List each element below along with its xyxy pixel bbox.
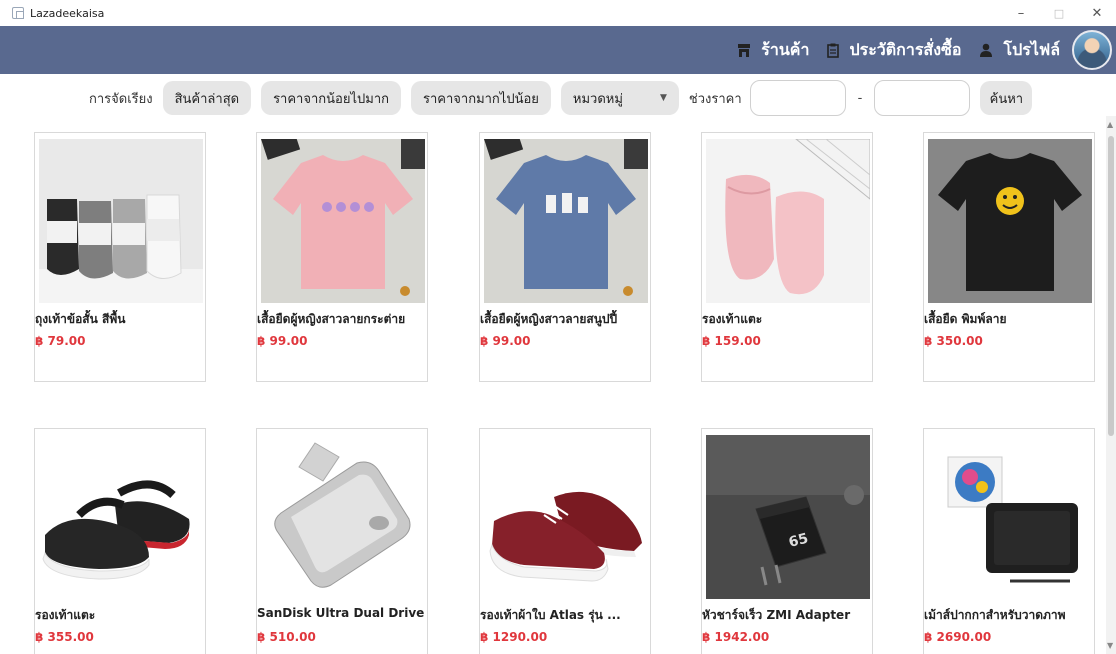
product-card[interactable]: รองเท้าผ้าใบ Atlas รุ่น ... ฿ 1290.00 — [479, 428, 651, 654]
store-icon — [737, 43, 751, 58]
product-price: ฿ 2690.00 — [924, 630, 992, 644]
product-name: เสื้อยืด พิมพ์ลาย — [924, 312, 1007, 326]
search-button[interactable]: ค้นหา — [980, 81, 1033, 115]
chevron-down-icon[interactable]: ▼ — [1107, 641, 1113, 650]
product-name: รองเท้าแตะ — [35, 608, 96, 622]
close-button[interactable]: ✕ — [1078, 0, 1116, 26]
product-name: SanDisk Ultra Dual Drive — [257, 606, 425, 620]
product-name: เสื้อยืดผู้หญิงสาวลายสนูปปี้ — [480, 312, 618, 326]
product-card[interactable]: รองเท้าแตะ ฿ 159.00 — [701, 132, 873, 382]
product-name: หัวชาร์จเร็ว ZMI Adapter — [702, 608, 851, 622]
product-price: ฿ 1942.00 — [702, 630, 770, 644]
product-grid: ถุงเท้าข้อสั้น สีพื้น ฿ 79.00 เสื้อยืดผู… — [34, 128, 1104, 654]
product-name: รองเท้าผ้าใบ Atlas รุ่น ... — [480, 608, 621, 622]
product-price: ฿ 350.00 — [924, 334, 983, 348]
category-select-value: หมวดหมู่ — [572, 91, 623, 107]
product-price: ฿ 79.00 — [35, 334, 86, 348]
product-card[interactable]: เม้าส์ปากกาสำหรับวาดภาพ ฿ 2690.00 — [923, 428, 1095, 654]
product-price: ฿ 159.00 — [702, 334, 761, 348]
product-image-black-clogs — [39, 435, 203, 599]
app-icon — [12, 7, 24, 19]
product-card[interactable]: เสื้อยืดผู้หญิงสาวลายสนูปปี้ ฿ 99.00 — [479, 132, 651, 382]
product-image-red-sneakers — [484, 435, 648, 599]
product-card[interactable]: ถุงเท้าข้อสั้น สีพื้น ฿ 79.00 — [34, 132, 206, 382]
sort-price-asc-button[interactable]: ราคาจากน้อยไปมาก — [261, 81, 401, 115]
price-range-label: ช่วงราคา — [688, 91, 742, 107]
minimize-button[interactable]: – — [1002, 0, 1040, 26]
product-image-blue-tshirt — [484, 139, 648, 303]
product-name: ถุงเท้าข้อสั้น สีพื้น — [35, 312, 126, 326]
product-name: เสื้อยืดผู้หญิงสาวลายกระต่าย — [257, 312, 406, 326]
vertical-scrollbar[interactable]: ▲ ▼ — [1106, 116, 1116, 654]
top-nav-bar: ร้านค้า ประวัติการสั่งซื้อ โปรไฟล์ — [0, 26, 1116, 74]
nav-store[interactable]: ร้านค้า — [737, 38, 809, 63]
avatar[interactable] — [1072, 30, 1112, 70]
clipboard-icon — [827, 43, 840, 58]
product-image-pen-tablet — [928, 435, 1092, 599]
product-image-socks — [39, 139, 203, 303]
product-image-pink-tshirt — [261, 139, 425, 303]
window-titlebar: Lazadeekaisa – □ ✕ — [0, 0, 1116, 26]
user-icon — [979, 43, 993, 57]
maximize-button[interactable]: □ — [1040, 0, 1078, 26]
nav-order-history[interactable]: ประวัติการสั่งซื้อ — [827, 38, 961, 63]
product-name: รองเท้าแตะ — [702, 312, 763, 326]
product-card[interactable]: SanDisk Ultra Dual Drive ฿ 510.00 — [256, 428, 428, 654]
max-price-input[interactable] — [874, 80, 971, 116]
nav-store-label: ร้านค้า — [761, 39, 810, 59]
category-select[interactable]: หมวดหมู่ ▼ — [560, 81, 679, 115]
nav-order-history-label: ประวัติการสั่งซื้อ — [849, 39, 962, 59]
product-image-black-tshirt — [928, 139, 1092, 303]
nav-profile[interactable]: โปรไฟล์ — [979, 38, 1060, 63]
window-controls: – □ ✕ — [1002, 0, 1116, 26]
scrollbar-thumb[interactable] — [1108, 136, 1114, 436]
window-title: Lazadeekaisa — [30, 6, 105, 20]
chevron-up-icon[interactable]: ▲ — [1107, 120, 1113, 129]
product-card[interactable]: รองเท้าแตะ ฿ 355.00 — [34, 428, 206, 654]
sort-label: การจัดเรียง — [89, 91, 153, 107]
min-price-input[interactable] — [749, 80, 846, 116]
product-price: ฿ 355.00 — [35, 630, 94, 644]
product-price: ฿ 510.00 — [257, 630, 316, 644]
product-price: ฿ 99.00 — [480, 334, 531, 348]
nav-profile-label: โปรไฟล์ — [1003, 39, 1060, 59]
product-price: ฿ 99.00 — [257, 334, 308, 348]
sort-newest-button[interactable]: สินค้าล่าสุด — [162, 81, 252, 115]
filter-bar: การจัดเรียง สินค้าล่าสุด ราคาจากน้อยไปมา… — [0, 80, 1116, 116]
product-card[interactable]: เสื้อยืดผู้หญิงสาวลายกระต่าย ฿ 99.00 — [256, 132, 428, 382]
product-image-charger: 65 — [706, 435, 870, 599]
chevron-down-icon: ▼ — [660, 93, 667, 103]
product-image-pink-slippers — [706, 139, 870, 303]
product-price: ฿ 1290.00 — [480, 630, 548, 644]
price-range-dash: - — [857, 90, 863, 106]
product-name: เม้าส์ปากกาสำหรับวาดภาพ — [924, 608, 1066, 622]
product-image-usb-drive — [261, 435, 425, 599]
product-card[interactable]: 65 หัวชาร์จเร็ว ZMI Adapter ฿ 1942.00 — [701, 428, 873, 654]
sort-price-desc-button[interactable]: ราคาจากมากไปน้อย — [411, 81, 551, 115]
product-card[interactable]: เสื้อยืด พิมพ์ลาย ฿ 350.00 — [923, 132, 1095, 382]
